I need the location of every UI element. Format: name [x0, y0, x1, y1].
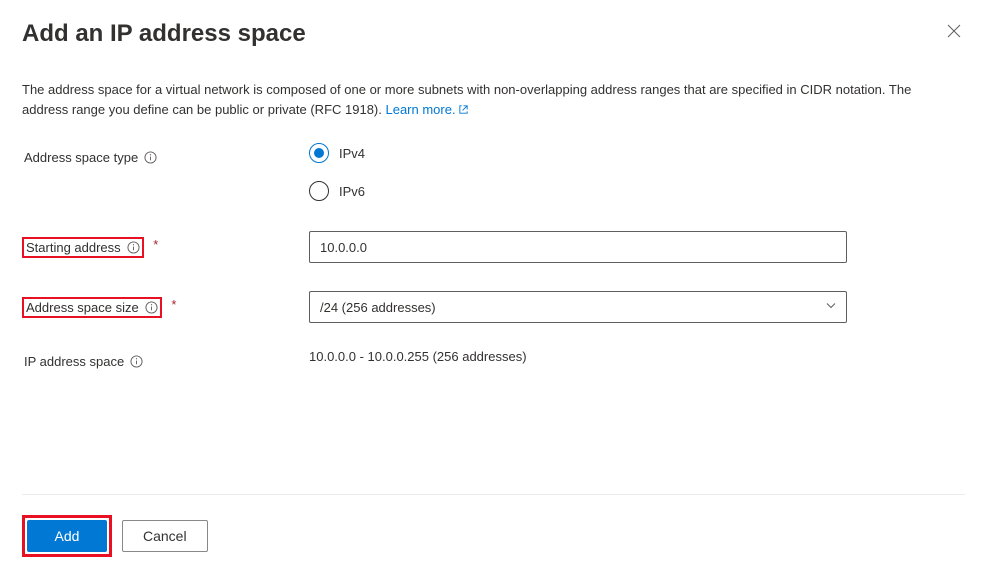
info-icon[interactable]: [130, 355, 143, 368]
address-size-value: /24 (256 addresses): [320, 300, 436, 315]
add-button-highlight: Add: [22, 515, 112, 557]
close-button[interactable]: [943, 20, 965, 46]
ip-summary-value: 10.0.0.0 - 10.0.0.255 (256 addresses): [309, 347, 847, 364]
ipv4-radio[interactable]: IPv4: [309, 143, 847, 163]
ip-summary-label: IP address space: [24, 354, 124, 369]
footer-divider: [22, 494, 965, 495]
radio-unselected-icon: [309, 181, 329, 201]
description-text: The address space for a virtual network …: [22, 80, 942, 121]
cancel-button[interactable]: Cancel: [122, 520, 208, 552]
ipv6-radio[interactable]: IPv6: [309, 181, 847, 201]
address-size-label: Address space size: [26, 300, 139, 315]
ipv6-label: IPv6: [339, 184, 365, 199]
page-title: Add an IP address space: [22, 20, 306, 48]
ipv4-label: IPv4: [339, 146, 365, 161]
required-indicator: *: [171, 297, 176, 312]
info-icon[interactable]: [145, 301, 158, 314]
address-size-select[interactable]: /24 (256 addresses): [309, 291, 847, 323]
close-icon: [947, 24, 961, 38]
info-icon[interactable]: [127, 241, 140, 254]
add-button[interactable]: Add: [27, 520, 107, 552]
info-icon[interactable]: [144, 151, 157, 164]
starting-address-label: Starting address: [26, 240, 121, 255]
learn-more-link[interactable]: Learn more.: [385, 102, 468, 117]
required-indicator: *: [153, 237, 158, 252]
radio-selected-icon: [309, 143, 329, 163]
starting-address-input[interactable]: [309, 231, 847, 263]
address-type-label: Address space type: [24, 150, 138, 165]
external-link-icon: [458, 101, 469, 121]
